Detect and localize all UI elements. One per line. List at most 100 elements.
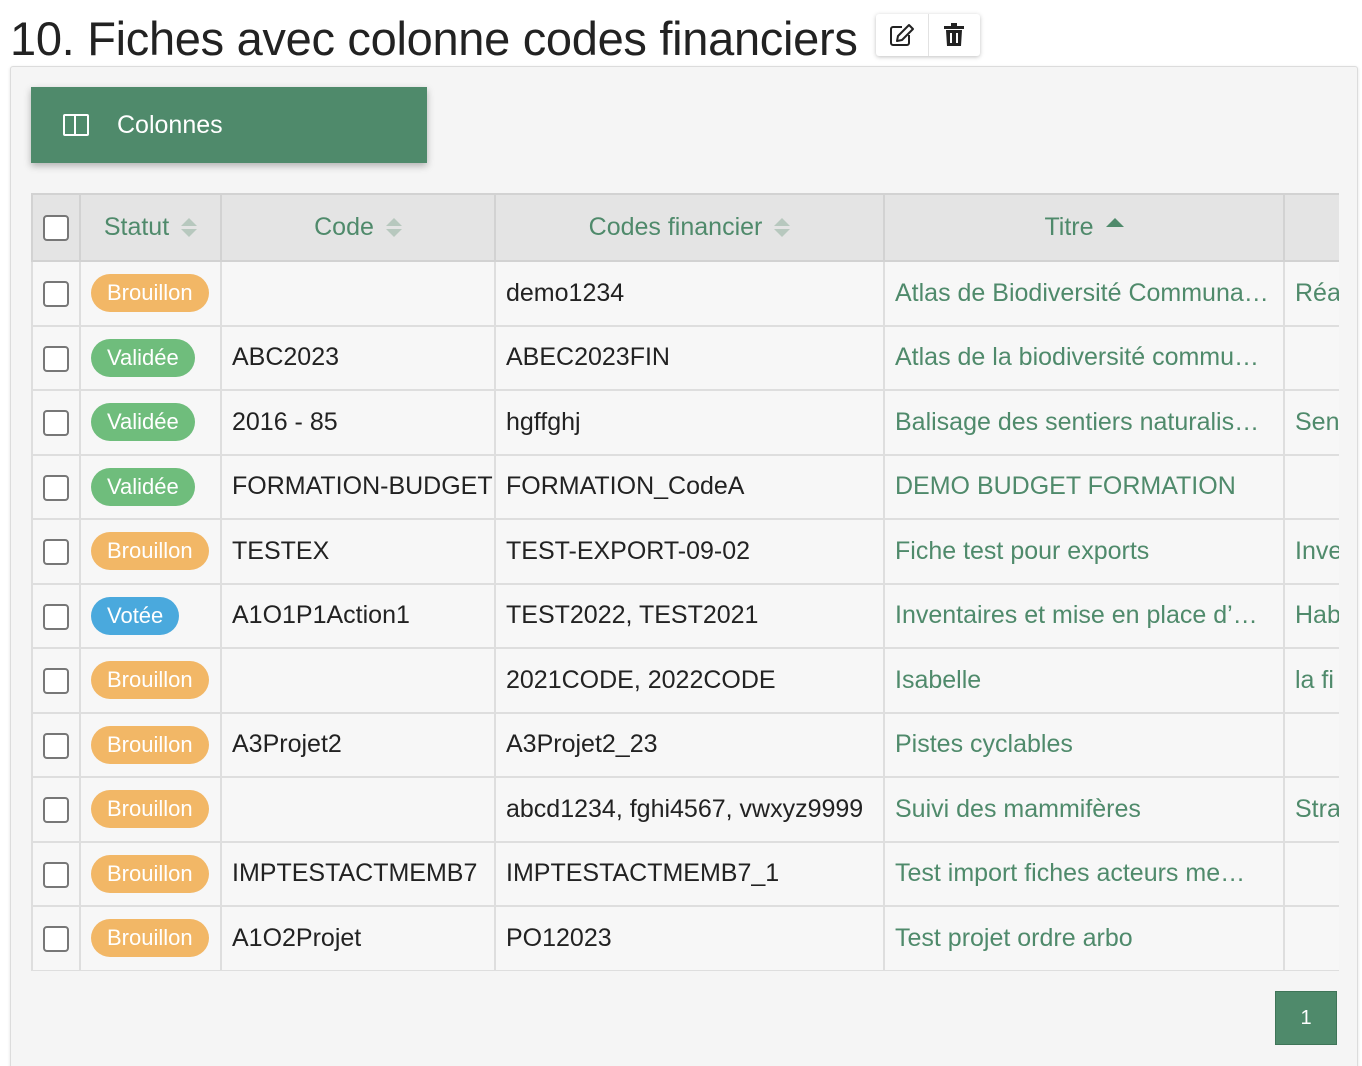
extra-cell: Réa bbox=[1283, 260, 1339, 327]
code-cell: FORMATION-BUDGET bbox=[220, 453, 496, 520]
row-checkbox[interactable] bbox=[43, 732, 69, 759]
row-select-cell bbox=[31, 453, 81, 520]
header-code-label: Code bbox=[314, 213, 374, 241]
title-actions bbox=[875, 14, 980, 56]
extra-cell bbox=[1283, 840, 1339, 907]
row-checkbox[interactable] bbox=[43, 926, 69, 953]
titre-link[interactable]: Atlas de Biodiversité Communa… bbox=[883, 260, 1285, 327]
header-titre[interactable]: Titre bbox=[883, 193, 1285, 262]
header-extra bbox=[1283, 193, 1339, 262]
table-row[interactable]: Brouillon abcd1234, fghi4567, vwxyz9999 … bbox=[31, 776, 1339, 843]
row-checkbox[interactable] bbox=[43, 474, 69, 501]
table-row[interactable]: Validée ABC2023 ABEC2023FIN Atlas de la … bbox=[31, 324, 1339, 391]
row-select-cell bbox=[31, 324, 81, 391]
status-badge: Votée bbox=[91, 596, 180, 635]
row-checkbox[interactable] bbox=[43, 797, 69, 824]
status-badge: Validée bbox=[91, 403, 195, 442]
status-cell: Brouillon bbox=[79, 776, 222, 843]
titre-link[interactable]: Suivi des mammifères bbox=[883, 776, 1285, 843]
edit-button[interactable] bbox=[876, 14, 928, 56]
row-checkbox[interactable] bbox=[43, 861, 69, 888]
row-checkbox[interactable] bbox=[43, 281, 69, 308]
header-titre-label: Titre bbox=[1044, 213, 1094, 241]
titre-link[interactable]: Fiche test pour exports bbox=[883, 518, 1285, 585]
code-cell bbox=[220, 776, 496, 843]
titre-link[interactable]: Test projet ordre arbo bbox=[883, 905, 1285, 971]
columns-icon bbox=[63, 114, 89, 136]
status-cell: Brouillon bbox=[79, 905, 222, 971]
select-all-checkbox[interactable] bbox=[43, 215, 69, 242]
codes-financier-cell: abcd1234, fghi4567, vwxyz9999 bbox=[494, 776, 885, 843]
codes-financier-cell: hgffghj bbox=[494, 389, 885, 456]
sort-icon bbox=[385, 218, 402, 237]
titre-link[interactable]: Atlas de la biodiversité commu… bbox=[883, 324, 1285, 391]
titre-link[interactable]: Test import fiches acteurs me… bbox=[883, 840, 1285, 907]
extra-cell: Inve bbox=[1283, 518, 1339, 585]
fiches-table: Statut Code Codes financier Titre Brouil… bbox=[31, 193, 1339, 971]
codes-financier-cell: TEST2022, TEST2021 bbox=[494, 582, 885, 649]
titre-link[interactable]: DEMO BUDGET FORMATION bbox=[883, 453, 1285, 520]
row-checkbox[interactable] bbox=[43, 668, 69, 695]
extra-cell: Hab bbox=[1283, 582, 1339, 649]
delete-button[interactable] bbox=[927, 14, 980, 56]
pagination-page-button[interactable]: 1 bbox=[1275, 991, 1337, 1045]
status-cell: Validée bbox=[79, 389, 222, 456]
status-badge: Brouillon bbox=[91, 854, 209, 893]
table-row[interactable]: Validée 2016 - 85 hgffghj Balisage des s… bbox=[31, 389, 1339, 456]
header-codes-financier[interactable]: Codes financier bbox=[494, 193, 885, 262]
table-row[interactable]: Brouillon A1O2Projet PO12023 Test projet… bbox=[31, 905, 1339, 971]
code-cell: 2016 - 85 bbox=[220, 389, 496, 456]
code-cell: TESTEX bbox=[220, 518, 496, 585]
row-select-cell bbox=[31, 776, 81, 843]
titre-link[interactable]: Inventaires et mise en place d’… bbox=[883, 582, 1285, 649]
row-select-cell bbox=[31, 840, 81, 907]
row-select-cell bbox=[31, 711, 81, 778]
trash-icon bbox=[944, 23, 965, 46]
columns-button[interactable]: Colonnes bbox=[31, 87, 427, 163]
codes-financier-cell: demo1234 bbox=[494, 260, 885, 327]
header-statut[interactable]: Statut bbox=[79, 193, 222, 262]
titre-link[interactable]: Pistes cyclables bbox=[883, 711, 1285, 778]
code-cell: A3Projet2 bbox=[220, 711, 496, 778]
table-row[interactable]: Brouillon demo1234 Atlas de Biodiversité… bbox=[31, 260, 1339, 327]
row-checkbox[interactable] bbox=[43, 539, 69, 566]
codes-financier-cell: A3Projet2_23 bbox=[494, 711, 885, 778]
table-row[interactable]: Brouillon 2021CODE, 2022CODE Isabelle la… bbox=[31, 647, 1339, 714]
code-cell: ABC2023 bbox=[220, 324, 496, 391]
codes-financier-cell: 2021CODE, 2022CODE bbox=[494, 647, 885, 714]
columns-button-label: Colonnes bbox=[117, 110, 223, 139]
status-badge: Brouillon bbox=[91, 790, 209, 829]
code-cell: IMPTESTACTMEMB7 bbox=[220, 840, 496, 907]
status-cell: Brouillon bbox=[79, 260, 222, 327]
code-cell bbox=[220, 260, 496, 327]
status-badge: Brouillon bbox=[91, 919, 209, 958]
extra-cell bbox=[1283, 324, 1339, 391]
table-row[interactable]: Validée FORMATION-BUDGET FORMATION_CodeA… bbox=[31, 453, 1339, 520]
codes-financier-cell: ABEC2023FIN bbox=[494, 324, 885, 391]
code-cell: A1O2Projet bbox=[220, 905, 496, 971]
status-cell: Votée bbox=[79, 582, 222, 649]
table-row[interactable]: Votée A1O1P1Action1 TEST2022, TEST2021 I… bbox=[31, 582, 1339, 649]
table-row[interactable]: Brouillon TESTEX TEST-EXPORT-09-02 Fiche… bbox=[31, 518, 1339, 585]
status-badge: Validée bbox=[91, 338, 195, 377]
codes-financier-cell: FORMATION_CodeA bbox=[494, 453, 885, 520]
status-badge: Brouillon bbox=[91, 725, 209, 764]
header-code[interactable]: Code bbox=[220, 193, 496, 262]
row-select-cell bbox=[31, 389, 81, 456]
table-container[interactable]: Statut Code Codes financier Titre Brouil… bbox=[31, 193, 1339, 971]
table-row[interactable]: Brouillon IMPTESTACTMEMB7 IMPTESTACTMEMB… bbox=[31, 840, 1339, 907]
edit-icon bbox=[889, 24, 914, 46]
status-cell: Validée bbox=[79, 453, 222, 520]
row-checkbox[interactable] bbox=[43, 603, 69, 630]
select-all-cell bbox=[31, 193, 81, 262]
table-row[interactable]: Brouillon A3Projet2 A3Projet2_23 Pistes … bbox=[31, 711, 1339, 778]
titre-link[interactable]: Balisage des sentiers naturalis… bbox=[883, 389, 1285, 456]
codes-financier-cell: PO12023 bbox=[494, 905, 885, 971]
header-statut-label: Statut bbox=[103, 213, 170, 241]
status-badge: Validée bbox=[91, 467, 195, 506]
codes-financier-cell: TEST-EXPORT-09-02 bbox=[494, 518, 885, 585]
codes-financier-cell: IMPTESTACTMEMB7_1 bbox=[494, 840, 885, 907]
row-checkbox[interactable] bbox=[43, 345, 69, 372]
titre-link[interactable]: Isabelle bbox=[883, 647, 1285, 714]
row-checkbox[interactable] bbox=[43, 410, 69, 437]
